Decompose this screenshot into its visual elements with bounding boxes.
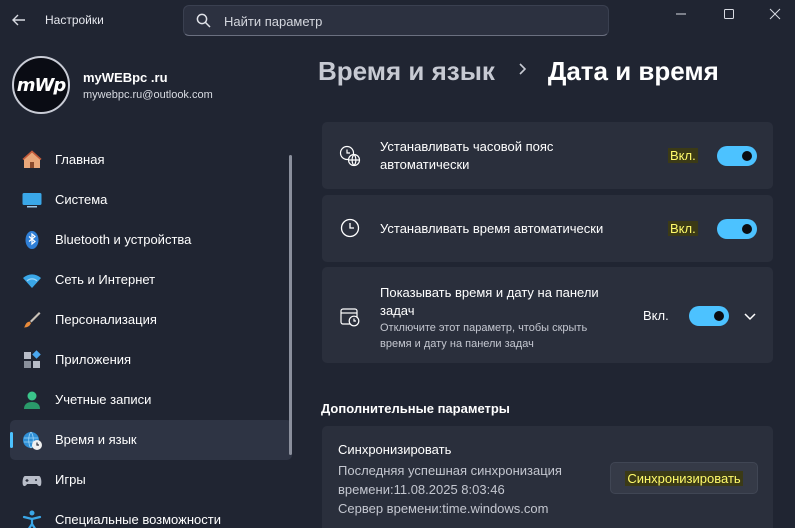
back-arrow-icon[interactable] [10,11,28,29]
title-bar: Настройки [0,0,795,40]
sidebar-item-label: Персонализация [55,312,157,327]
gamepad-icon [21,469,43,491]
sidebar-item-label: Специальные возможности [55,512,221,527]
brush-icon [21,309,43,331]
avatar-logo: mWp [16,74,66,96]
sidebar-item-label: Время и язык [55,432,137,447]
user-email: mywebpc.ru@outlook.com [83,89,213,101]
wifi-icon [21,269,43,291]
auto-time-toggle[interactable] [717,219,757,239]
apps-icon [21,349,43,371]
show-taskbar-toggle[interactable] [689,306,729,326]
monitor-icon [21,189,43,211]
sidebar-item-label: Игры [55,472,86,487]
sidebar-item-network[interactable]: Сеть и Интернет [10,260,292,300]
sidebar-item-label: Сеть и Интернет [55,272,156,287]
breadcrumb-parent[interactable]: Время и язык [318,56,495,86]
sidebar-item-label: Система [55,192,108,207]
search-icon [196,13,211,28]
sidebar-item-system[interactable]: Система [10,180,292,220]
clock-icon [338,216,362,240]
person-icon [21,389,43,411]
app-title: Настройки [45,13,104,27]
sidebar-item-label: Учетные записи [55,392,152,407]
sidebar-item-label: Главная [55,152,105,167]
globe-clock-icon [21,429,43,451]
sidebar-item-accounts[interactable]: Учетные записи [10,380,292,420]
last-sync-text: Последняя успешная синхронизация [338,463,562,478]
sidebar-item-gaming[interactable]: Игры [10,460,292,500]
sidebar-item-bluetooth[interactable]: Bluetooth и устройства [10,220,292,260]
section-title: Дополнительные параметры [321,401,510,416]
toggle-state-label: Вкл. [643,308,669,323]
sidebar-scrollbar[interactable] [289,155,292,455]
page-title: Дата и время [547,56,719,86]
chevron-down-icon[interactable] [743,309,757,323]
bluetooth-icon [21,229,43,251]
sync-now-button[interactable]: Синхронизировать [610,462,758,494]
setting-auto-timezone: Устанавливать часовой пояс автоматически… [322,122,773,189]
sidebar-item-accessibility[interactable]: Специальные возможности [10,500,292,528]
accessibility-icon [21,509,43,528]
sidebar-nav: Главная Система Bluetooth и устройства С… [10,140,292,528]
breadcrumb: Время и язык Дата и время [318,56,719,87]
globe-clock-outline-icon [338,144,362,168]
minimize-button[interactable] [658,0,704,28]
setting-auto-time: Устанавливать время автоматически Вкл. [322,195,773,262]
setting-description: Отключите этот параметр, чтобы скрыть вр… [380,322,588,350]
search-input[interactable] [224,11,594,31]
sync-card: Синхронизировать Последняя успешная синх… [322,426,773,528]
sidebar-item-home[interactable]: Главная [10,140,292,180]
setting-title: Устанавливать часовой пояс автоматически [380,139,554,172]
toggle-state-label: Вкл. [668,221,698,236]
last-sync-time: времени:11.08.2025 8:03:46 [338,482,505,497]
home-icon [21,149,43,171]
user-name: myWEBpc .ru [83,70,168,85]
sidebar-item-label: Приложения [55,352,132,367]
chevron-right-icon [515,62,529,76]
setting-show-taskbar[interactable]: Показывать время и дату на панели задач … [322,267,773,363]
close-button[interactable] [752,0,795,28]
avatar[interactable]: mWp [12,56,70,114]
sidebar-item-personalization[interactable]: Персонализация [10,300,292,340]
maximize-button[interactable] [706,0,752,28]
auto-timezone-toggle[interactable] [717,146,757,166]
setting-title: Показывать время и дату на панели задач [380,285,599,318]
sidebar-item-label: Bluetooth и устройства [55,232,192,247]
calendar-clock-icon [338,305,362,329]
sidebar-item-apps[interactable]: Приложения [10,340,292,380]
toggle-state-label: Вкл. [668,148,698,163]
sidebar-item-time-language[interactable]: Время и язык [10,420,292,460]
setting-title: Устанавливать время автоматически [380,221,604,236]
sync-title: Синхронизировать [338,442,452,457]
search-box[interactable] [183,5,609,36]
time-server-text: Сервер времени:time.windows.com [338,501,549,516]
